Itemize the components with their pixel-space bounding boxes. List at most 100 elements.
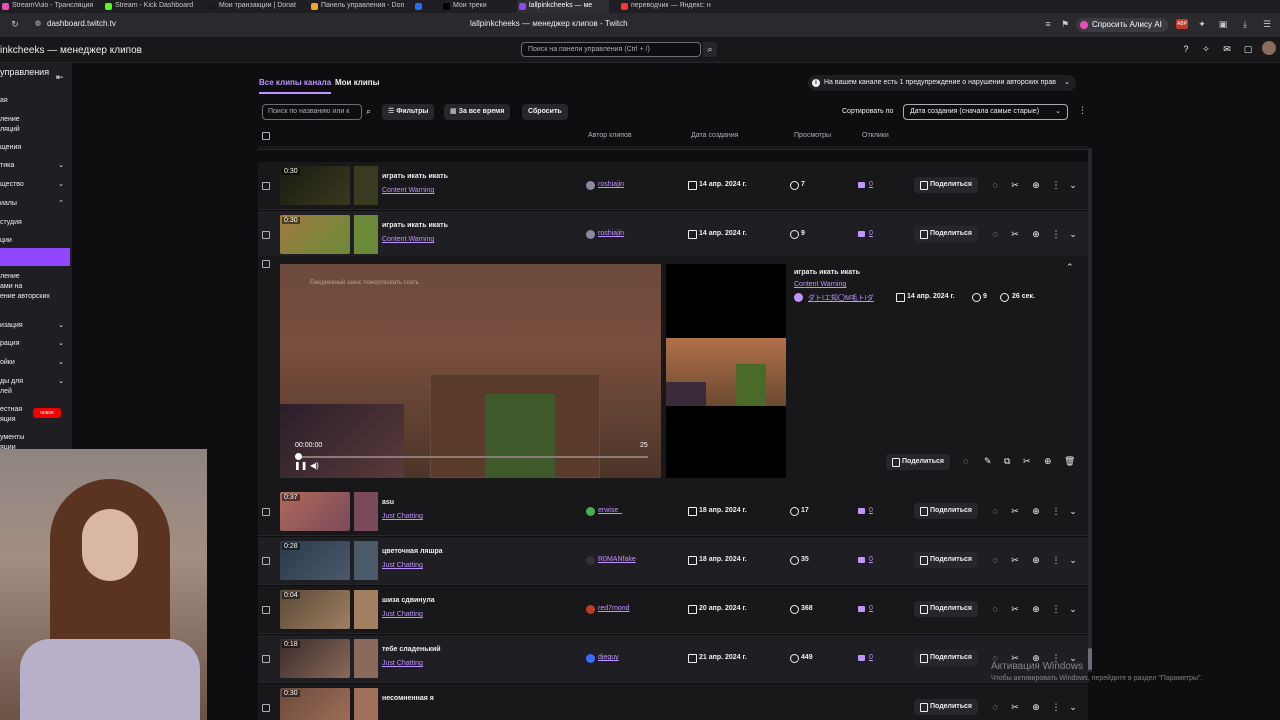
scissors-icon[interactable]: ✂: [1010, 228, 1020, 240]
clock-icon[interactable]: ◌: [963, 456, 968, 466]
chevron-down-icon[interactable]: ⌄: [1068, 505, 1078, 517]
site-info-icon[interactable]: ◍: [33, 19, 43, 29]
copyright-warning[interactable]: i На вашем канале есть 1 предупреждение о…: [808, 75, 1076, 91]
sidebar-item[interactable]: ументы: [0, 433, 70, 442]
share-button[interactable]: Поделиться: [914, 699, 979, 715]
sidebar-item[interactable]: тика ⌄: [0, 161, 70, 170]
scissors-icon[interactable]: ✂: [1010, 505, 1020, 517]
clip-author[interactable]: red7mond: [586, 605, 630, 614]
scissors-icon[interactable]: ✂: [1010, 603, 1020, 615]
sidebar-item[interactable]: ление: [0, 272, 70, 281]
sidebar-item[interactable]: ами на: [0, 282, 70, 291]
clip-vertical-thumbnail[interactable]: [354, 688, 378, 720]
collapse-chevron-icon[interactable]: ⌃: [1066, 262, 1074, 273]
timeline-handle[interactable]: [295, 453, 302, 460]
clip-reactions[interactable]: 0: [858, 654, 873, 661]
download-icon[interactable]: ⤓: [1240, 19, 1250, 29]
clock-icon[interactable]: ◌: [990, 701, 1000, 713]
table-row[interactable]: 0:18 тебе сладенький Just Chatting djeguy 21…: [258, 635, 1088, 683]
add-icon[interactable]: ⊕: [1031, 179, 1041, 191]
clip-vertical-thumbnail[interactable]: [354, 166, 378, 205]
menu-icon[interactable]: ≡: [1043, 19, 1053, 29]
search-icon[interactable]: ⌕: [366, 106, 371, 117]
share-button[interactable]: Поделиться: [914, 226, 979, 242]
share-button[interactable]: Поделиться: [914, 650, 979, 666]
clock-icon[interactable]: ◌: [990, 228, 1000, 240]
more-options-icon[interactable]: ⋮: [1078, 105, 1087, 116]
add-icon[interactable]: ⊕: [1031, 228, 1041, 240]
col-date[interactable]: Дата создания: [691, 132, 738, 139]
sidebar-item[interactable]: ды для ⌄: [0, 377, 70, 386]
chevron-down-icon[interactable]: ⌄: [1068, 603, 1078, 615]
browser-tab[interactable]: переводчик — Яндекс: н: [619, 0, 717, 13]
bookmark-icon[interactable]: ⚑: [1060, 19, 1070, 29]
clock-icon[interactable]: ◌: [990, 179, 1000, 191]
col-author[interactable]: Автор клипов: [588, 132, 632, 139]
sidebar-item[interactable]: ление: [0, 115, 70, 124]
clip-search-input[interactable]: Поиск по названию или к: [262, 104, 362, 120]
browser-tab[interactable]: Stream - Kick Dashboard: [103, 0, 205, 13]
filters-button[interactable]: ☰ Фильтры: [382, 104, 435, 120]
browser-tab[interactable]: StreamVuio - Трансляция: [0, 0, 102, 13]
edit-icon[interactable]: ✎: [984, 456, 992, 467]
col-views[interactable]: Просмотры: [794, 132, 831, 139]
chevron-down-icon[interactable]: ⌄: [1068, 228, 1078, 240]
clip-reactions[interactable]: 0: [858, 605, 873, 612]
more-icon[interactable]: ☰: [1262, 19, 1272, 29]
sidebar-item[interactable]: изация ⌄: [0, 321, 70, 330]
magic-icon[interactable]: ✧: [1201, 44, 1211, 54]
scissors-icon[interactable]: ✂: [1023, 456, 1031, 467]
tab-my-clips[interactable]: Мои клипы: [335, 78, 379, 87]
clip-thumbnail[interactable]: 0:30: [280, 215, 350, 254]
more-options-icon[interactable]: ⋮: [1051, 228, 1061, 240]
pause-icon[interactable]: ❚❚: [294, 461, 307, 470]
browser-tab[interactable]: [413, 0, 441, 13]
clip-vertical-thumbnail[interactable]: [354, 492, 378, 531]
share-button[interactable]: Поделиться: [914, 552, 979, 568]
expanded-author[interactable]: ダトIエ知〇M毛トIダ: [794, 293, 874, 303]
clip-category[interactable]: Just Chatting: [382, 660, 423, 667]
volume-icon[interactable]: ◀): [310, 461, 319, 470]
share-button[interactable]: Поделиться: [914, 601, 979, 617]
more-options-icon[interactable]: ⋮: [1051, 505, 1061, 517]
row-checkbox[interactable]: [262, 606, 270, 614]
clip-author[interactable]: R0MANfake: [586, 556, 636, 565]
clip-category[interactable]: Just Chatting: [382, 513, 423, 520]
chat-icon[interactable]: ▢: [1243, 44, 1253, 54]
collapse-icon[interactable]: ⇤: [56, 72, 64, 83]
open-external-icon[interactable]: ⧉: [1004, 456, 1010, 467]
sidebar-item[interactable]: ение авторских: [0, 292, 70, 301]
clip-author[interactable]: roshiajin: [586, 230, 624, 239]
dashboard-search-input[interactable]: Поиск на панели управления (Ctrl + /): [521, 42, 701, 57]
browser-tab[interactable]: lallpinkcheeks — ме: [517, 0, 609, 13]
clip-thumbnail[interactable]: 0:28: [280, 541, 350, 580]
add-icon[interactable]: ⊕: [1031, 701, 1041, 713]
clock-icon[interactable]: ◌: [990, 505, 1000, 517]
share-button[interactable]: Поделиться: [886, 454, 951, 470]
extensions-icon[interactable]: ✦: [1197, 19, 1207, 29]
clip-author[interactable]: roshiajin: [586, 181, 624, 190]
row-checkbox[interactable]: [262, 231, 270, 239]
more-options-icon[interactable]: ⋮: [1051, 554, 1061, 566]
scrollbar-track[interactable]: [1088, 148, 1092, 672]
row-checkbox[interactable]: [262, 182, 270, 190]
clip-reactions[interactable]: 0: [858, 230, 873, 237]
browser-tab[interactable]: Мои треки: [441, 0, 493, 13]
sidebar-item[interactable]: ойки ⌄: [0, 358, 70, 367]
sidebar-item[interactable]: ая: [0, 96, 70, 105]
clip-vertical-thumbnail[interactable]: [354, 541, 378, 580]
clock-icon[interactable]: ◌: [990, 554, 1000, 566]
table-row[interactable]: 0:37 asu Just Chatting erwise_ 18 апр. 2024 …: [258, 488, 1088, 536]
clip-vertical-thumbnail[interactable]: [354, 639, 378, 678]
reload-icon[interactable]: ↻: [10, 19, 20, 29]
clip-category[interactable]: Just Chatting: [382, 562, 423, 569]
sidebar-item[interactable]: лей: [0, 387, 70, 396]
more-options-icon[interactable]: ⋮: [1051, 701, 1061, 713]
sidebar-item[interactable]: рация ⌄: [0, 339, 70, 348]
clip-vertical-thumbnail[interactable]: [354, 590, 378, 629]
sidebar-item[interactable]: щения: [0, 143, 70, 152]
more-options-icon[interactable]: ⋮: [1051, 179, 1061, 191]
clip-author[interactable]: djeguy: [586, 654, 619, 663]
clip-reactions[interactable]: 0: [858, 181, 873, 188]
sort-select[interactable]: Дата создания (сначала самые старые) ⌄: [903, 104, 1068, 120]
